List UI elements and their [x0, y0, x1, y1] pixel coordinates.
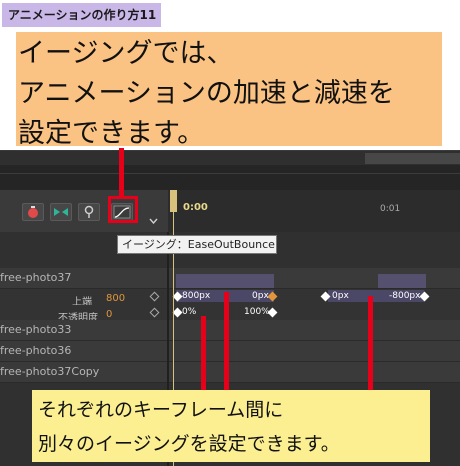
- keyframe-value: 0px: [332, 291, 349, 301]
- tutorial-tag: アニメーションの作り方11: [2, 3, 161, 27]
- record-button[interactable]: [22, 203, 44, 221]
- divider-line: [0, 173, 460, 174]
- pin-button[interactable]: [78, 203, 100, 221]
- layer-row[interactable]: free-photo36: [0, 341, 460, 362]
- keyframe-value: 800px: [182, 291, 211, 301]
- marker-line: [368, 296, 373, 390]
- layer-name: free-photo37: [0, 271, 72, 284]
- keyframe-nav-icon: [54, 208, 68, 216]
- headline-callout: イージングでは、 アニメーションの加速と減速を 設定できます。: [16, 32, 442, 149]
- marker-line: [224, 292, 229, 390]
- layer-row[interactable]: free-photo37Copy: [0, 362, 460, 383]
- marker-line: [119, 148, 124, 196]
- current-time: 0:00: [183, 202, 208, 213]
- footnote-line-1: それぞれのキーフレーム間に: [38, 399, 284, 421]
- ruler-time-mark: 0:01: [380, 204, 401, 214]
- headline-line-3: 設定できます。: [18, 118, 205, 149]
- time-ruler[interactable]: [168, 190, 460, 232]
- headline-line-2: アニメーションの加速と減速を: [18, 78, 395, 109]
- panel-tab[interactable]: [365, 153, 460, 164]
- layer-name: free-photo37Copy: [0, 365, 100, 378]
- marker-line: [201, 316, 206, 390]
- property-value[interactable]: 800: [106, 293, 125, 304]
- pin-icon: [84, 205, 94, 218]
- layer-name: free-photo33: [0, 323, 72, 336]
- layer-name: free-photo36: [0, 344, 72, 357]
- playhead-handle[interactable]: [170, 190, 177, 212]
- panel-tab-strip: [0, 150, 460, 190]
- keyframe-value: 0%: [182, 307, 197, 317]
- keyframe-value: -800px: [389, 291, 421, 301]
- screenshot-root: アニメーションの作り方11 イージングでは、 アニメーションの加速と減速を 設定…: [0, 0, 460, 466]
- property-value[interactable]: 0: [106, 309, 112, 320]
- headline-line-1: イージングでは、: [18, 38, 234, 69]
- easing-button-highlight: [108, 196, 138, 223]
- footnote-callout: それぞれのキーフレーム間に 別々のイージングを設定できます。: [32, 390, 430, 462]
- record-icon: [28, 206, 38, 218]
- keyframe-nav-button[interactable]: [50, 203, 72, 221]
- keyframe-value: 100%: [244, 307, 270, 317]
- layer-row[interactable]: free-photo33: [0, 320, 460, 341]
- layer-duration-bar[interactable]: [176, 274, 274, 288]
- layer-duration-bar[interactable]: [378, 274, 426, 288]
- chevron-down-icon[interactable]: [149, 218, 158, 224]
- easing-tooltip: イージング：EaseOutBounce: [117, 235, 277, 254]
- footnote-line-2: 別々のイージングを設定できます。: [38, 433, 340, 455]
